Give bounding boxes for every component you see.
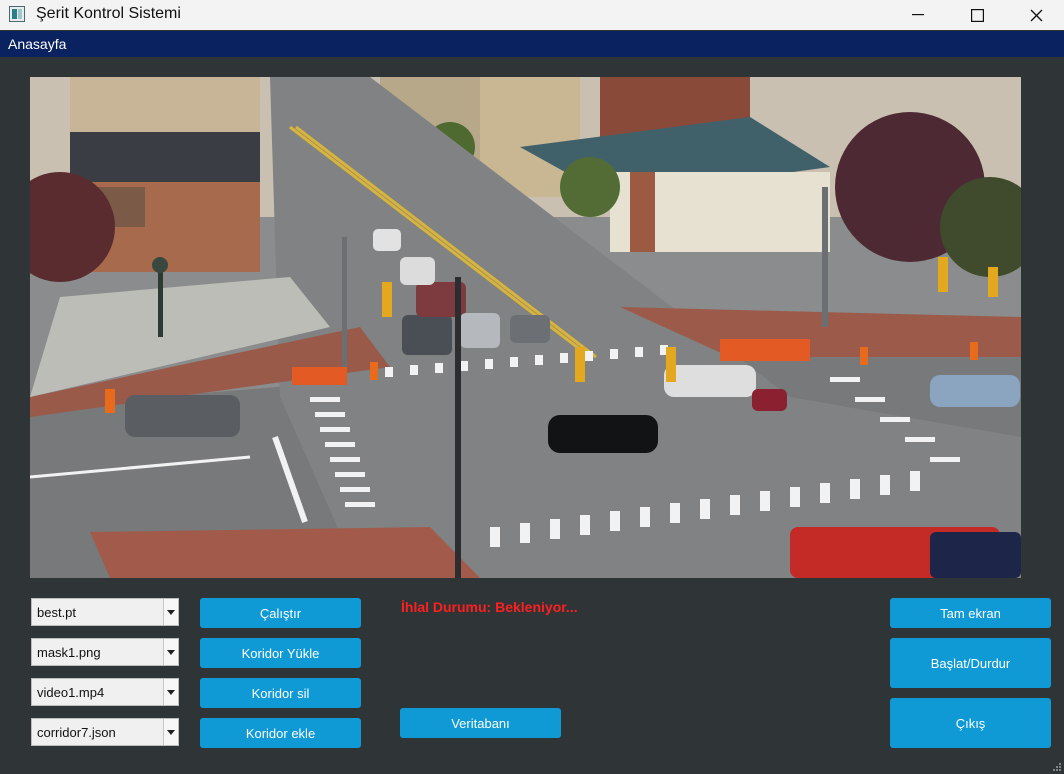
mask-file-value: mask1.png <box>37 645 101 660</box>
maximize-icon <box>970 8 984 22</box>
load-corridor-button[interactable]: Koridor Yükle <box>200 638 361 668</box>
corridor-file-value: corridor7.json <box>37 725 116 740</box>
database-button[interactable]: Veritabanı <box>400 708 561 738</box>
start-stop-button[interactable]: Başlat/Durdur <box>890 638 1051 688</box>
minimize-button[interactable] <box>895 0 941 30</box>
run-button[interactable]: Çalıştır <box>200 598 361 628</box>
add-corridor-button[interactable]: Koridor ekle <box>200 718 361 748</box>
video-file-select[interactable]: video1.mp4 <box>31 678 179 706</box>
close-icon <box>1030 9 1042 21</box>
window-title: Şerit Kontrol Sistemi <box>36 5 181 22</box>
app-window-icon <box>9 6 25 22</box>
video-file-value: video1.mp4 <box>37 685 105 700</box>
menu-item-anasayfa[interactable]: Anasayfa <box>8 36 66 52</box>
exit-button[interactable]: Çıkış <box>890 698 1051 748</box>
mask-file-select[interactable]: mask1.png <box>31 638 179 666</box>
fullscreen-button[interactable]: Tam ekran <box>890 598 1051 628</box>
chevron-down-icon[interactable] <box>163 599 178 625</box>
title-bar: Şerit Kontrol Sistemi <box>0 0 1064 30</box>
delete-corridor-button[interactable]: Koridor sil <box>200 678 361 708</box>
chevron-down-icon[interactable] <box>163 679 178 705</box>
chevron-down-icon[interactable] <box>163 719 178 745</box>
minimize-icon <box>912 14 924 16</box>
maximize-button[interactable] <box>954 0 1000 30</box>
resize-grip-icon[interactable] <box>1052 762 1062 772</box>
model-file-select[interactable]: best.pt <box>31 598 179 626</box>
video-feed <box>30 77 1021 578</box>
chevron-down-icon[interactable] <box>163 639 178 665</box>
menu-bar: Anasayfa <box>0 31 1064 57</box>
traffic-intersection-image <box>30 77 1021 578</box>
main-window: Şerit Kontrol Sistemi Anasayfa best.pt m… <box>0 0 1064 774</box>
close-button[interactable] <box>1013 0 1059 30</box>
violation-status-label: İhlal Durumu: Bekleniyor... <box>401 599 578 615</box>
model-file-value: best.pt <box>37 605 77 620</box>
corridor-file-select[interactable]: corridor7.json <box>31 718 179 746</box>
